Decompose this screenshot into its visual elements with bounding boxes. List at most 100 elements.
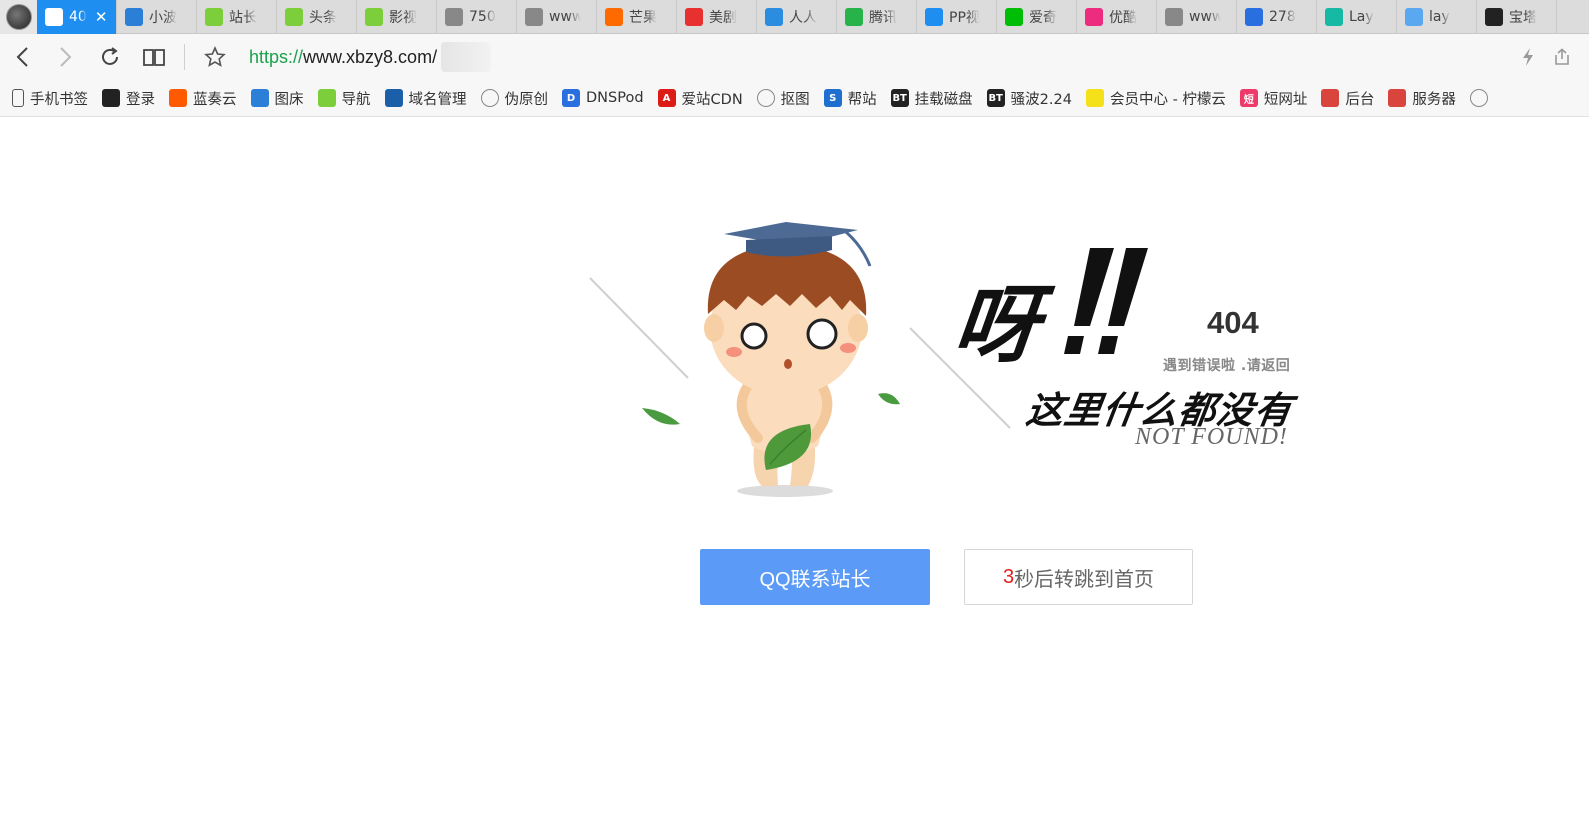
- tab-label: 278: [1269, 9, 1296, 25]
- iqiyi-icon: [1005, 8, 1023, 26]
- bookmark-item-5[interactable]: 域名管理: [384, 88, 467, 109]
- toolbar-right-actions: [1521, 47, 1589, 67]
- url-host: www.xbzy8.com/: [303, 46, 438, 67]
- reader-mode-button[interactable]: [132, 34, 176, 80]
- diamond-icon: [317, 89, 336, 107]
- url-redacted-path: [441, 42, 492, 72]
- tab-17[interactable]: lay: [1397, 0, 1477, 34]
- forward-button[interactable]: [44, 34, 88, 80]
- chevron-right-icon: [60, 47, 72, 67]
- tab-12[interactable]: 爱奇: [997, 0, 1077, 34]
- bookmark-item-17[interactable]: [1469, 89, 1494, 107]
- reload-button[interactable]: [88, 34, 132, 80]
- tab-5[interactable]: 750: [437, 0, 517, 34]
- globe-icon: [480, 89, 499, 107]
- share-icon[interactable]: [1553, 48, 1571, 66]
- tab-4[interactable]: 影视: [357, 0, 437, 34]
- redirect-home-button[interactable]: 3 秒后转跳到首页: [964, 549, 1193, 605]
- tab-13[interactable]: 优酷: [1077, 0, 1157, 34]
- bookmark-item-13[interactable]: 会员中心 - 柠檬云: [1085, 88, 1226, 109]
- dnspod-icon: D: [562, 89, 580, 107]
- exclamation-marks-icon: [1064, 248, 1148, 354]
- bookmark-label: 短网址: [1263, 91, 1308, 108]
- bookmark-label: 挂载磁盘: [914, 91, 973, 108]
- tab-label: 影视: [389, 10, 417, 26]
- mango-icon: [605, 8, 623, 26]
- lemon-icon: [1085, 89, 1104, 107]
- tab-label: 人人: [789, 10, 817, 26]
- layer-icon: [1405, 8, 1423, 26]
- bookmark-item-11[interactable]: BT 挂载磁盘: [890, 88, 973, 109]
- contact-qq-button[interactable]: QQ联系站长: [700, 549, 930, 605]
- image-icon: [125, 8, 143, 26]
- back-button[interactable]: [0, 34, 44, 80]
- tab-11[interactable]: PP视: [917, 0, 997, 34]
- close-tab-icon[interactable]: ✕: [95, 8, 108, 26]
- avatar-icon: [5, 4, 32, 30]
- tab-label: 优酷: [1109, 10, 1137, 26]
- paw-icon: [1245, 8, 1263, 26]
- bt-icon: [1485, 8, 1503, 26]
- tab-label: Lay: [1349, 9, 1374, 25]
- browser-toolbar: https:// www.xbzy8.com/: [0, 34, 1589, 80]
- tab-10[interactable]: 腾讯: [837, 0, 917, 34]
- bookmark-item-7[interactable]: D DNSPod: [562, 89, 644, 107]
- bookmark-label: 帮站: [847, 91, 877, 108]
- qq-penguin-icon: [102, 89, 120, 107]
- image-icon: [250, 89, 269, 107]
- tab-8[interactable]: 美剧: [677, 0, 757, 34]
- globe-icon: [525, 8, 543, 26]
- error-hint: 遇到错误啦 .请返回: [1163, 358, 1291, 374]
- address-bar[interactable]: https:// www.xbzy8.com/: [249, 42, 492, 72]
- tab-label: PP视: [949, 10, 980, 26]
- bookmark-item-14[interactable]: 短短网址: [1239, 88, 1308, 109]
- tab-label: 宝塔: [1509, 10, 1537, 26]
- youku-icon: [1085, 8, 1103, 26]
- bookmark-item-0[interactable]: 手机书签: [12, 88, 88, 109]
- tab-label: www: [1189, 9, 1221, 25]
- bookmark-item-3[interactable]: 图床: [250, 88, 304, 109]
- bookmark-item-2[interactable]: 蓝奏云: [169, 88, 237, 109]
- bookmark-item-16[interactable]: 服务器: [1388, 88, 1456, 109]
- bookmark-label: 登录: [126, 91, 155, 108]
- tab-6[interactable]: www: [517, 0, 597, 34]
- shell-icon: [1321, 89, 1340, 107]
- tab-9[interactable]: 人人: [757, 0, 837, 34]
- s-icon: S: [823, 89, 842, 107]
- play-icon: [845, 8, 863, 26]
- short-url-icon: 短: [1239, 89, 1258, 107]
- tab-label: 站长: [229, 10, 257, 26]
- countdown-number: 3: [1002, 565, 1015, 588]
- tab-2[interactable]: 站长: [197, 0, 277, 34]
- globe-icon: [1469, 89, 1488, 107]
- tab-14[interactable]: www: [1157, 0, 1237, 34]
- bookmark-item-9[interactable]: 抠图: [756, 88, 810, 109]
- not-found-text: NOT FOUND!: [1135, 424, 1288, 450]
- bookmark-item-12[interactable]: BT 骚波2.24: [986, 88, 1072, 109]
- bookmark-label: 骚波2.24: [1010, 91, 1072, 108]
- bookmark-item-8[interactable]: A 爱站CDN: [657, 88, 743, 109]
- bookmark-item-1[interactable]: 登录: [102, 88, 155, 109]
- bt-icon: BT: [890, 89, 909, 107]
- tab-3[interactable]: 头条: [277, 0, 357, 34]
- angular-icon: A: [657, 89, 676, 107]
- bookmark-item-15[interactable]: 后台: [1321, 88, 1374, 109]
- tab-label: lay: [1429, 9, 1450, 25]
- tab-18[interactable]: 宝塔: [1477, 0, 1557, 34]
- tab-label: www: [549, 9, 581, 25]
- toolbar-divider: [184, 44, 185, 70]
- tab-15[interactable]: 278: [1237, 0, 1317, 34]
- bookmark-item-10[interactable]: S 帮站: [823, 88, 877, 109]
- bookmark-label: 抠图: [780, 91, 810, 108]
- tab-16[interactable]: Lay: [1317, 0, 1397, 34]
- bookmark-star-button[interactable]: [193, 34, 237, 80]
- lightning-icon[interactable]: [1521, 47, 1535, 67]
- tab-7[interactable]: 芒果: [597, 0, 677, 34]
- bookmark-item-6[interactable]: 伪原创: [480, 88, 549, 109]
- tab-0[interactable]: 40 ✕: [37, 0, 117, 34]
- bookmark-item-4[interactable]: 导航: [317, 88, 371, 109]
- profile-avatar[interactable]: [0, 0, 37, 34]
- bookmark-label: 伪原创: [504, 91, 549, 108]
- bookmarks-bar: 手机书签 登录 蓝奏云 图床 导航 域名管理 伪原创 D DNSPod A 爱站CDN 抠图 S 帮站 BT…: [0, 80, 1589, 117]
- tab-1[interactable]: 小波: [117, 0, 197, 34]
